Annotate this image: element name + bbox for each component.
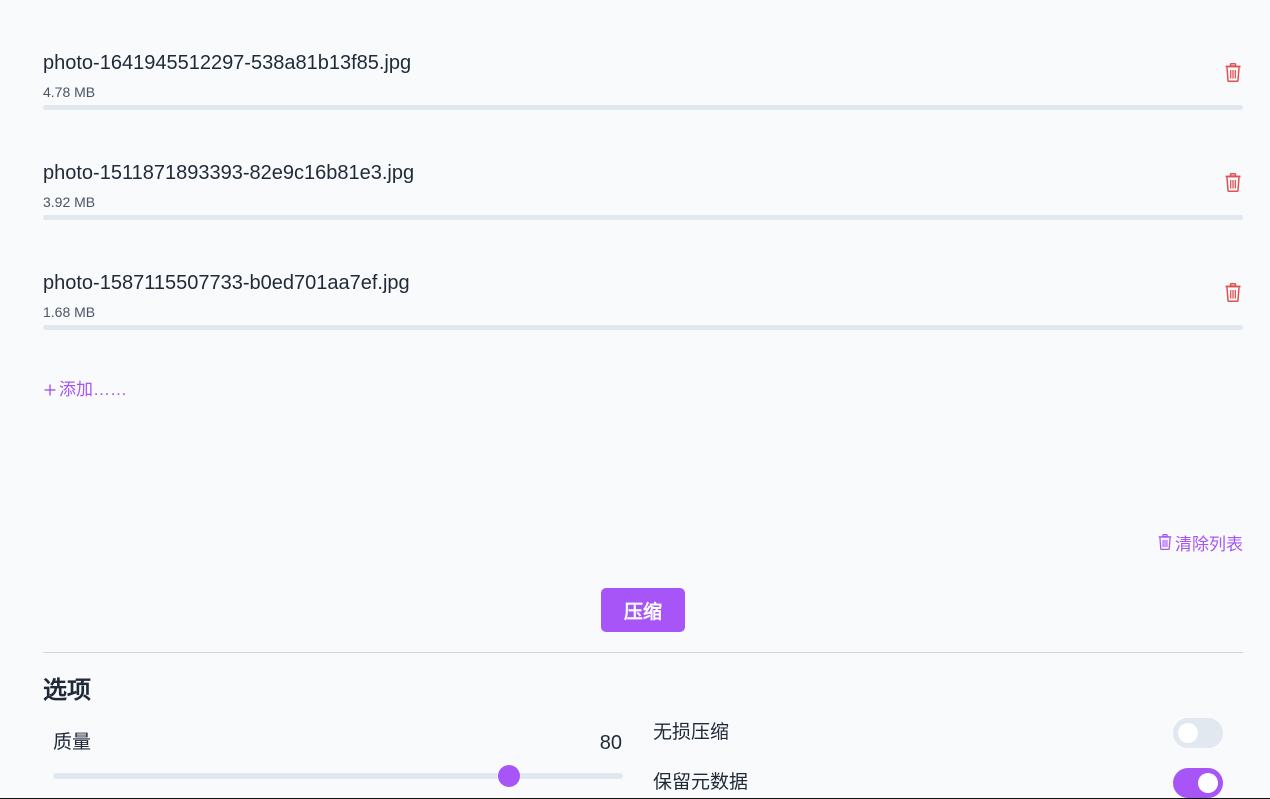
trash-icon <box>1158 534 1172 556</box>
clear-list-label: 清除列表 <box>1175 535 1243 554</box>
keep-metadata-label: 保留元数据 <box>653 772 749 793</box>
file-progress-bar <box>43 215 1243 220</box>
trash-icon <box>1225 283 1241 307</box>
trash-icon <box>1225 63 1241 87</box>
toggle-knob <box>1198 773 1218 793</box>
file-name: photo-1587115507733-b0ed701aa7ef.jpg <box>43 272 410 294</box>
divider <box>43 652 1243 653</box>
trash-icon <box>1225 173 1241 197</box>
file-progress-bar <box>43 105 1243 110</box>
file-name: photo-1511871893393-82e9c16b81e3.jpg <box>43 162 415 184</box>
keep-metadata-toggle[interactable] <box>1173 768 1223 798</box>
quality-value: 80 <box>599 732 622 754</box>
delete-file-button[interactable] <box>1223 283 1243 307</box>
add-files-label: 添加…… <box>59 380 127 399</box>
lossless-label: 无损压缩 <box>653 722 730 743</box>
quality-slider-thumb[interactable] <box>498 765 520 787</box>
delete-file-button[interactable] <box>1223 173 1243 197</box>
file-size: 1.68 MB <box>43 304 96 320</box>
file-size: 4.78 MB <box>43 84 96 100</box>
file-size: 3.92 MB <box>43 194 96 210</box>
delete-file-button[interactable] <box>1223 63 1243 87</box>
options-title: 选项 <box>43 677 91 704</box>
quality-slider[interactable] <box>53 765 623 787</box>
file-name: photo-1641945512297-538a81b13f85.jpg <box>43 52 412 74</box>
file-item: photo-1587115507733-b0ed701aa7ef.jpg 1.6… <box>43 270 1243 350</box>
clear-list-link[interactable]: 清除列表 <box>1158 534 1243 556</box>
file-progress-bar <box>43 325 1243 330</box>
file-item: photo-1641945512297-538a81b13f85.jpg 4.7… <box>43 50 1243 130</box>
quality-label: 质量 <box>53 732 92 753</box>
toggle-knob <box>1178 723 1198 743</box>
file-item: photo-1511871893393-82e9c16b81e3.jpg 3.9… <box>43 160 1243 240</box>
add-files-link[interactable]: 添加…… <box>44 379 127 401</box>
plus-icon <box>44 381 56 399</box>
compress-button[interactable]: 压缩 <box>601 588 685 632</box>
lossless-toggle[interactable] <box>1173 718 1223 748</box>
